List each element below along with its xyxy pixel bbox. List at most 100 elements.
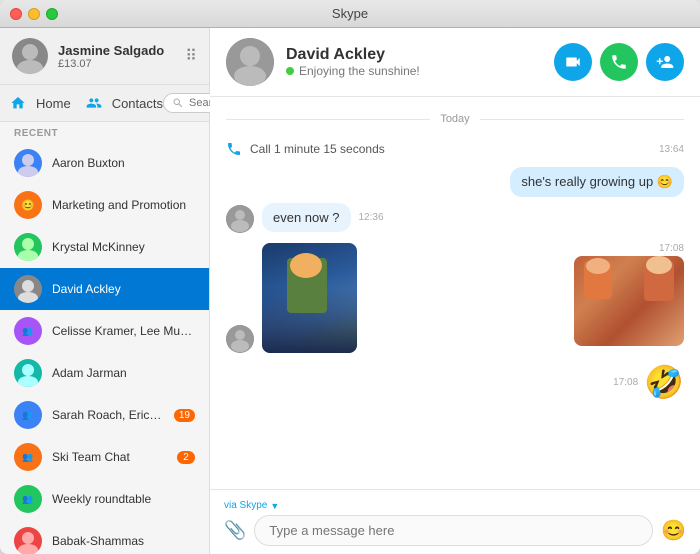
chat-user-info: David Ackley Enjoying the sunshine! [286, 46, 542, 78]
user-profile: Jasmine Salgado £13.07 ⠿ [0, 28, 209, 85]
contact-name-david: David Ackley [52, 282, 195, 296]
contact-name-celisse: Celisse Kramer, Lee Murphy, MJ... [52, 324, 195, 338]
sidebar-item-home[interactable]: Home [10, 91, 71, 115]
contact-name-sarah: Sarah Roach, Eric Ishida [52, 408, 164, 422]
chat-area: David Ackley Enjoying the sunshine! [210, 28, 700, 554]
recent-label: RECENT [0, 122, 209, 142]
nav-icons: Home Contacts [10, 91, 163, 115]
attach-button[interactable]: 📎 [224, 520, 246, 541]
contact-avatar-marketing: 😊 [14, 191, 42, 219]
contact-avatar-weekly: 👥 [14, 485, 42, 513]
user-name: Jasmine Salgado [58, 43, 175, 58]
msg-bubble-2: even now ? [262, 203, 351, 232]
main-content: Jasmine Salgado £13.07 ⠿ Home Contact [0, 28, 700, 554]
call-text: Call 1 minute 15 seconds [250, 142, 385, 156]
contact-item-celisse[interactable]: 👥 Celisse Kramer, Lee Murphy, MJ... [0, 310, 209, 352]
chat-user-status: Enjoying the sunshine! [286, 64, 542, 78]
window-title: Skype [332, 6, 368, 21]
chat-input-area: via Skype ▼ 📎 😊 [210, 489, 700, 554]
chat-user-name: David Ackley [286, 46, 542, 64]
contact-item-marketing[interactable]: 😊 Marketing and Promotion [0, 184, 209, 226]
msg-bubble-1: she's really growing up 😊 [510, 167, 684, 197]
contact-name-marketing: Marketing and Promotion [52, 198, 195, 212]
sidebar-item-contacts[interactable]: Contacts [86, 91, 163, 115]
emoji-msg: 🤣 [644, 363, 684, 401]
grid-icon[interactable]: ⠿ [185, 46, 197, 66]
contact-name-weekly: Weekly roundtable [52, 492, 195, 506]
chat-user-avatar [226, 38, 274, 86]
outgoing-photo-group: 17:08 [574, 243, 684, 346]
video-call-button[interactable] [554, 43, 592, 81]
sidebar: Jasmine Salgado £13.07 ⠿ Home Contact [0, 28, 210, 554]
msg-row-outgoing-1: she's really growing up 😊 [226, 167, 684, 197]
contact-avatar-krystal [14, 233, 42, 261]
contact-list: Aaron Buxton 😊 Marketing and Promotion K… [0, 142, 209, 554]
input-row: 📎 😊 [224, 515, 686, 546]
contact-item-babak[interactable]: Babak-Shammas [0, 520, 209, 554]
call-time: 13:64 [659, 144, 684, 155]
msg-group-incoming: even now ? 12:36 [226, 203, 684, 233]
contact-avatar-sarah: 👥 [14, 401, 42, 429]
contact-item-ski[interactable]: 👥 Ski Team Chat 2 [0, 436, 209, 478]
incoming-messages: even now ? 12:36 [262, 203, 384, 232]
close-button[interactable] [10, 8, 22, 20]
chat-actions [554, 43, 684, 81]
via-skype-arrow: ▼ [270, 501, 279, 511]
app-window: Skype Jasmine Salgado £13.07 ⠿ [0, 0, 700, 554]
badge-sarah: 19 [174, 409, 195, 422]
maximize-button[interactable] [46, 8, 58, 20]
status-dot [286, 67, 294, 75]
contact-item-aaron[interactable]: Aaron Buxton [0, 142, 209, 184]
emoji-button[interactable]: 😊 [661, 518, 686, 543]
incoming-avatar-2 [226, 325, 254, 353]
user-avatar [12, 38, 48, 74]
contact-name-babak: Babak-Shammas [52, 534, 195, 548]
contact-avatar-ski: 👥 [14, 443, 42, 471]
message-input[interactable] [254, 515, 653, 546]
photo-kid [262, 243, 357, 353]
photo-time-right: 17:08 [659, 243, 684, 254]
via-skype: via Skype ▼ [224, 498, 686, 515]
video-icon [564, 53, 582, 71]
contact-name-aaron: Aaron Buxton [52, 156, 195, 170]
home-label: Home [36, 96, 71, 111]
search-icon [172, 97, 184, 109]
phone-icon [610, 53, 628, 71]
minimize-button[interactable] [28, 8, 40, 20]
chat-messages: Today Call 1 minute 15 seconds 13:64 she… [210, 97, 700, 489]
contact-avatar-aaron [14, 149, 42, 177]
titlebar: Skype [0, 0, 700, 28]
home-icon [10, 95, 26, 111]
contact-name-krystal: Krystal McKinney [52, 240, 195, 254]
contact-item-adam[interactable]: Adam Jarman [0, 352, 209, 394]
contact-item-sarah[interactable]: 👥 Sarah Roach, Eric Ishida 19 [0, 394, 209, 436]
incoming-avatar [226, 205, 254, 233]
contact-avatar-babak [14, 527, 42, 554]
msg-time-2: 12:36 [359, 212, 384, 223]
incoming-photo-group [226, 243, 357, 353]
voice-call-button[interactable] [600, 43, 638, 81]
contact-avatar-adam [14, 359, 42, 387]
contact-item-krystal[interactable]: Krystal McKinney [0, 226, 209, 268]
add-person-icon [656, 53, 674, 71]
contacts-label: Contacts [112, 96, 163, 111]
msg-row-incoming-1: even now ? 12:36 [262, 203, 384, 232]
user-balance: £13.07 [58, 58, 175, 70]
chat-header: David Ackley Enjoying the sunshine! [210, 28, 700, 97]
sidebar-top-bar: Home Contacts [0, 85, 209, 122]
msg-text-2: even now ? [273, 210, 340, 225]
contact-item-david[interactable]: David Ackley [0, 268, 209, 310]
add-contact-button[interactable] [646, 43, 684, 81]
contact-item-weekly[interactable]: 👥 Weekly roundtable [0, 478, 209, 520]
traffic-lights [10, 8, 58, 20]
contact-avatar-david [14, 275, 42, 303]
chat-status-text: Enjoying the sunshine! [299, 64, 420, 78]
date-divider: Today [226, 113, 684, 125]
msg-text-1: she's really growing up 😊 [521, 174, 673, 189]
via-skype-label: via Skype [224, 500, 267, 511]
photo-family [574, 256, 684, 346]
call-notification: Call 1 minute 15 seconds 13:64 [226, 137, 684, 161]
contact-name-adam: Adam Jarman [52, 366, 195, 380]
contacts-icon [86, 95, 102, 111]
emoji-msg-time: 17:08 [613, 377, 638, 388]
